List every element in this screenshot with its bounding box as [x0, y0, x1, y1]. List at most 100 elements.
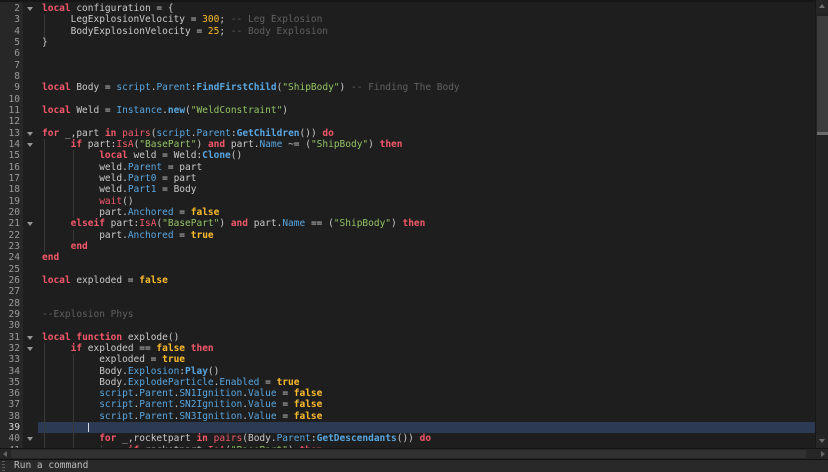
fold-arrow-icon[interactable]: [27, 132, 33, 136]
fold-arrow-icon[interactable]: [27, 347, 33, 351]
token-pr: Name: [282, 218, 305, 229]
token-pr: Value: [248, 411, 277, 422]
code-text: part.Anchored = false: [42, 207, 219, 218]
token-pl: exploded =: [71, 275, 140, 286]
token-bo: false: [156, 343, 185, 354]
token-me: GetDescendants: [317, 433, 397, 444]
token-pr: script: [116, 82, 150, 93]
fold-arrow-icon[interactable]: [27, 336, 33, 340]
line-number: 4: [0, 26, 20, 37]
token-pl: part:: [82, 139, 116, 150]
line-number: 38: [0, 411, 20, 422]
scroll-right-button[interactable]: [817, 449, 828, 459]
token-pl: [42, 139, 71, 150]
code-line: 27: [0, 286, 815, 297]
code-text: LegExplosionVelocity = 300; -- Leg Explo…: [42, 14, 322, 25]
token-pr: ExplodeParticle: [128, 377, 214, 388]
line-number: 9: [0, 82, 20, 93]
token-st: "ShipBody": [282, 82, 339, 93]
code-line: 11local Weld = Instance.new("WeldConstra…: [0, 105, 815, 116]
token-st: "BasePart": [162, 218, 219, 229]
token-pr: Name: [259, 139, 282, 150]
line-number: 35: [0, 377, 20, 388]
line-number: 30: [0, 320, 20, 331]
code-text: local Body = script.Parent:FindFirstChil…: [42, 82, 460, 93]
code-line: 40 for _,rocketpart in pairs(Body.Parent…: [0, 433, 815, 444]
line-number: 3: [0, 14, 20, 25]
line-number: 6: [0, 48, 20, 59]
code-line: 25: [0, 264, 815, 275]
token-pl: ): [368, 139, 379, 150]
code-text: weld.Parent = part: [42, 162, 202, 173]
code-line: 32 if exploded == false then: [0, 343, 815, 354]
token-pl: weld.: [42, 184, 128, 195]
token-kw: then: [191, 343, 214, 354]
text-caret: [88, 423, 89, 432]
token-pl: =: [277, 388, 294, 399]
line-number: 29: [0, 309, 20, 320]
fold-arrow-icon[interactable]: [27, 143, 33, 147]
fold-arrow-icon[interactable]: [27, 222, 33, 226]
command-bar-input[interactable]: Run a command: [14, 460, 88, 472]
token-pl: ): [391, 218, 402, 229]
code-text: exploded = true: [42, 354, 185, 365]
token-pl: =: [277, 399, 294, 410]
code-line: 12: [0, 116, 815, 127]
line-number: 34: [0, 366, 20, 377]
code-line: 9 local Body = script.Parent:FindFirstChi…: [0, 82, 815, 93]
line-number: 32: [0, 343, 20, 354]
token-st: "WeldConstraint": [191, 105, 283, 116]
token-kw: function: [76, 332, 122, 343]
token-bi: IsA: [139, 218, 156, 229]
code-text: Body.Explosion:Play(): [42, 366, 219, 377]
code-text: part.Anchored = true: [42, 230, 214, 241]
token-bo: true: [162, 354, 185, 365]
token-pl: _,rocketpart: [116, 433, 196, 444]
token-pl: part.: [42, 207, 128, 218]
token-pl: ): [282, 105, 288, 116]
token-pl: (Body.: [242, 433, 276, 444]
token-pl: Weld =: [71, 105, 117, 116]
code-line: 18 weld.Part1 = Body: [0, 184, 815, 195]
fold-arrow-icon[interactable]: [27, 7, 33, 11]
token-kw: end: [71, 241, 88, 252]
token-pl: Body.: [42, 377, 128, 388]
token-pl: ): [219, 218, 230, 229]
line-number: 22: [0, 230, 20, 241]
code-line: 15 local weld = Weld:Clone(): [0, 150, 815, 161]
code-text: end: [42, 241, 88, 252]
code-editor[interactable]: 2local configuration = {3 LegExplosionVe…: [0, 2, 815, 448]
token-cm: -- Finding The Body: [351, 82, 460, 93]
token-pr: Parent: [128, 162, 162, 173]
token-pr: SN1Ignition: [179, 388, 242, 399]
code-line: 13for _,part in pairs(script.Parent:GetC…: [0, 128, 815, 139]
horizontal-scrollbar-thumb[interactable]: [11, 450, 806, 458]
token-pl: ;: [219, 14, 230, 25]
line-number: 18: [0, 184, 20, 195]
code-lines-container: 2local configuration = {3 LegExplosionVe…: [0, 3, 815, 448]
token-pr: script: [99, 399, 133, 410]
token-pl: exploded ==: [82, 343, 156, 354]
command-bar[interactable]: Run a command: [0, 459, 828, 472]
token-pl: Body =: [71, 82, 117, 93]
scroll-up-button[interactable]: [816, 0, 828, 13]
line-number: 11: [0, 105, 20, 116]
code-line: 10: [0, 94, 815, 105]
scroll-left-icon: [3, 451, 7, 457]
code-line: 20 part.Anchored = false: [0, 207, 815, 218]
token-pr: SN2Ignition: [179, 399, 242, 410]
code-line: 24end: [0, 252, 815, 263]
vertical-scrollbar[interactable]: [815, 0, 828, 448]
scroll-left-button[interactable]: [0, 449, 11, 459]
line-number: 7: [0, 60, 20, 71]
token-pr: Enabled: [219, 377, 259, 388]
line-number: 33: [0, 354, 20, 365]
scroll-down-button[interactable]: [816, 435, 828, 448]
horizontal-scrollbar[interactable]: [0, 448, 828, 459]
vertical-scrollbar-thumb[interactable]: [817, 16, 828, 135]
command-bar-grip[interactable]: [2, 461, 5, 471]
scroll-right-icon: [821, 451, 825, 457]
fold-arrow-icon[interactable]: [27, 437, 33, 441]
code-text: local exploded = false: [42, 275, 168, 286]
line-number: 24: [0, 252, 20, 263]
